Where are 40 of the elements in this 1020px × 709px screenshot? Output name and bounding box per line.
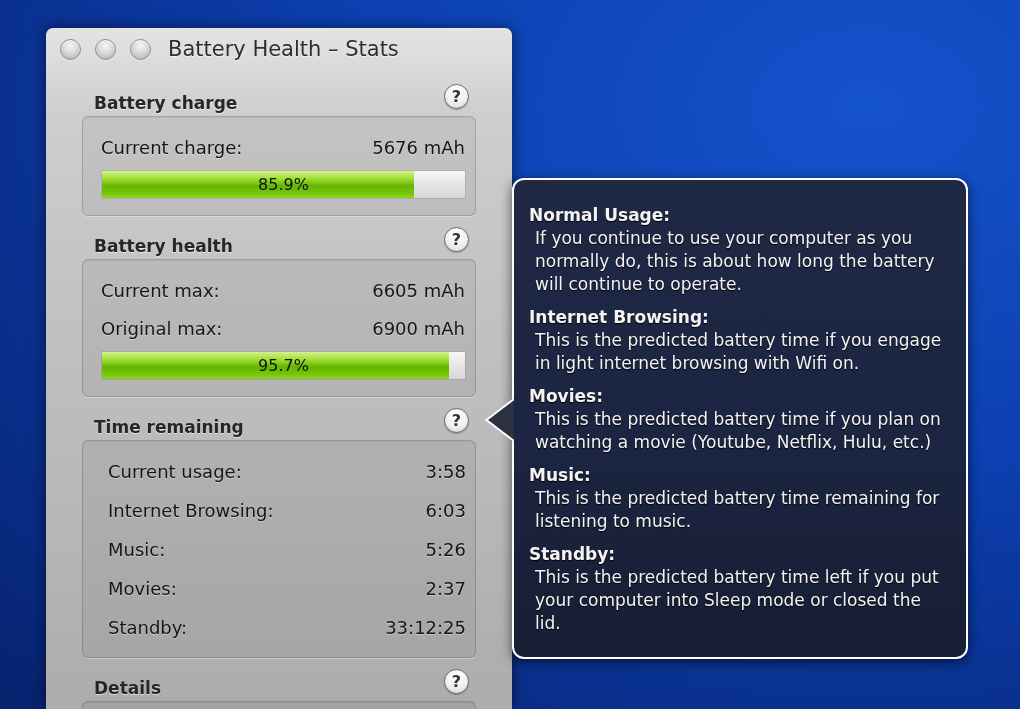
section-heading: Details xyxy=(94,678,161,698)
section-heading: Battery health xyxy=(94,236,233,256)
field-value: 33:12:25 xyxy=(385,618,466,638)
help-button[interactable]: ? xyxy=(444,669,469,694)
help-button[interactable]: ? xyxy=(444,227,469,252)
help-topic-description: This is the predicted battery time remaining for listening to music. xyxy=(535,487,941,533)
help-topic-description: This is the predicted battery time left if you put your computer into Sleep mode or closed the lid. xyxy=(535,566,940,635)
progress-percentage: 85.9% xyxy=(257,174,310,196)
help-topic-description: This is the predicted battery time if you plan on watching a movie (Youtube, Netflix, Hulu, etc.) xyxy=(535,408,942,454)
field-label: Standby: xyxy=(108,618,188,638)
window-title: Battery Health – Stats xyxy=(168,37,399,61)
field-value: 2:37 xyxy=(425,579,466,599)
window-control-button[interactable] xyxy=(130,38,151,60)
field-label: Music: xyxy=(108,540,166,560)
progress-percentage: 95.7% xyxy=(257,355,310,377)
help-topic-title: Standby: xyxy=(529,543,617,566)
help-topic-title: Movies: xyxy=(529,385,604,408)
field-label: Original max: xyxy=(101,319,223,339)
help-topic-title: Music: xyxy=(529,464,592,487)
help-topic-title: Normal Usage: xyxy=(529,204,672,227)
help-topic-description: If you continue to use your computer as you normally do, this is about how long the battery will continue to operate. xyxy=(535,227,936,296)
field-value: 3:58 xyxy=(425,462,466,482)
field-label: Current max: xyxy=(101,281,220,301)
window-control-button[interactable] xyxy=(95,38,116,60)
field-value: 6605 mAh xyxy=(372,281,465,301)
field-value: 5676 mAh xyxy=(372,138,465,158)
field-value: 6900 mAh xyxy=(372,319,465,339)
help-topic-description: This is the predicted battery time if you engage in light internet browsing with Wifi on. xyxy=(535,329,943,375)
field-label: Current charge: xyxy=(101,138,243,158)
section-heading: Time remaining xyxy=(94,417,244,437)
help-button[interactable]: ? xyxy=(444,84,469,109)
field-label: Movies: xyxy=(108,579,177,599)
field-label: Internet Browsing: xyxy=(108,501,274,521)
window-control-button[interactable] xyxy=(60,38,81,60)
help-button[interactable]: ? xyxy=(444,408,469,433)
field-label: Current usage: xyxy=(108,462,242,482)
field-value: 5:26 xyxy=(425,540,466,560)
field-value: 6:03 xyxy=(425,501,466,521)
help-topic-title: Internet Browsing: xyxy=(529,306,710,329)
section-heading: Battery charge xyxy=(94,93,238,113)
